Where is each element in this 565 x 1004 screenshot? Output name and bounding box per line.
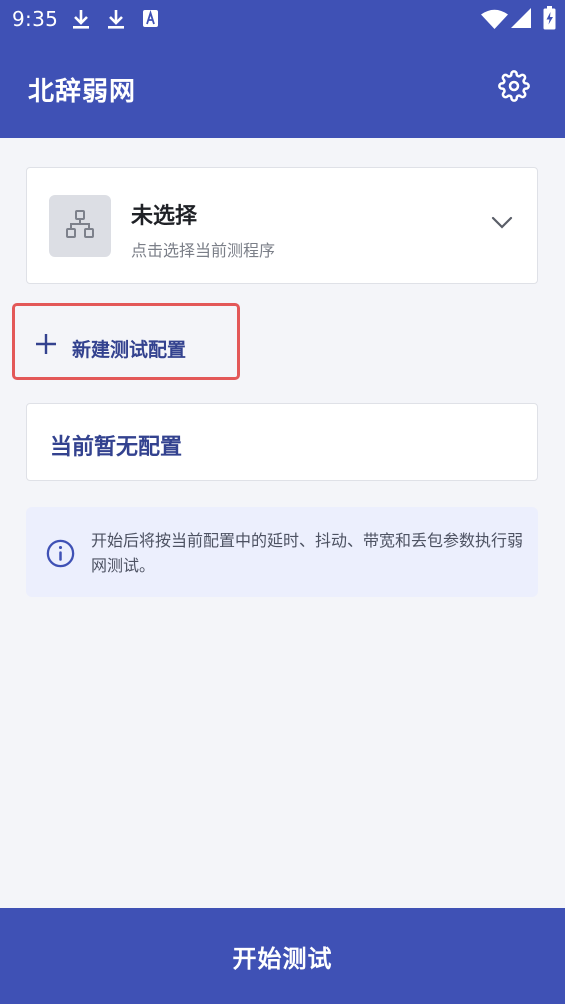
plus-icon: [34, 332, 58, 360]
app-title: 北辞弱网: [28, 77, 137, 107]
status-time: 9:35: [12, 7, 59, 31]
start-test-button[interactable]: 开始测试: [0, 908, 565, 1004]
wifi-icon: [481, 9, 508, 33]
chevron-down-icon: [491, 215, 513, 234]
status-bar: 9:35: [0, 0, 565, 38]
info-box: 开始后将按当前配置中的延时、抖动、带宽和丢包参数执行弱网测试。: [26, 507, 538, 597]
app-notification-icon: [143, 10, 158, 31]
info-text: 开始后将按当前配置中的延时、抖动、带宽和丢包参数执行弱网测试。: [91, 531, 524, 575]
config-list-empty: 当前暂无配置: [26, 403, 538, 481]
program-title: 未选择: [131, 204, 198, 229]
program-icon-box: [49, 195, 111, 257]
signal-icon: [511, 8, 531, 32]
new-config-label: 新建测试配置: [72, 339, 187, 361]
info-icon: [46, 539, 75, 572]
gear-icon: [498, 70, 530, 106]
download-icon: [107, 8, 125, 34]
settings-button[interactable]: [494, 68, 534, 108]
network-tree-icon: [65, 209, 95, 243]
new-config-button[interactable]: 新建测试配置: [12, 303, 240, 380]
empty-config-text: 当前暂无配置: [50, 435, 183, 460]
download-icon: [72, 8, 90, 34]
program-subtitle: 点击选择当前测程序: [131, 241, 276, 260]
app-bar: 北辞弱网: [0, 38, 565, 138]
program-selector[interactable]: 未选择 点击选择当前测程序: [26, 167, 538, 284]
battery-icon: [543, 6, 556, 34]
start-test-label: 开始测试: [232, 944, 333, 973]
